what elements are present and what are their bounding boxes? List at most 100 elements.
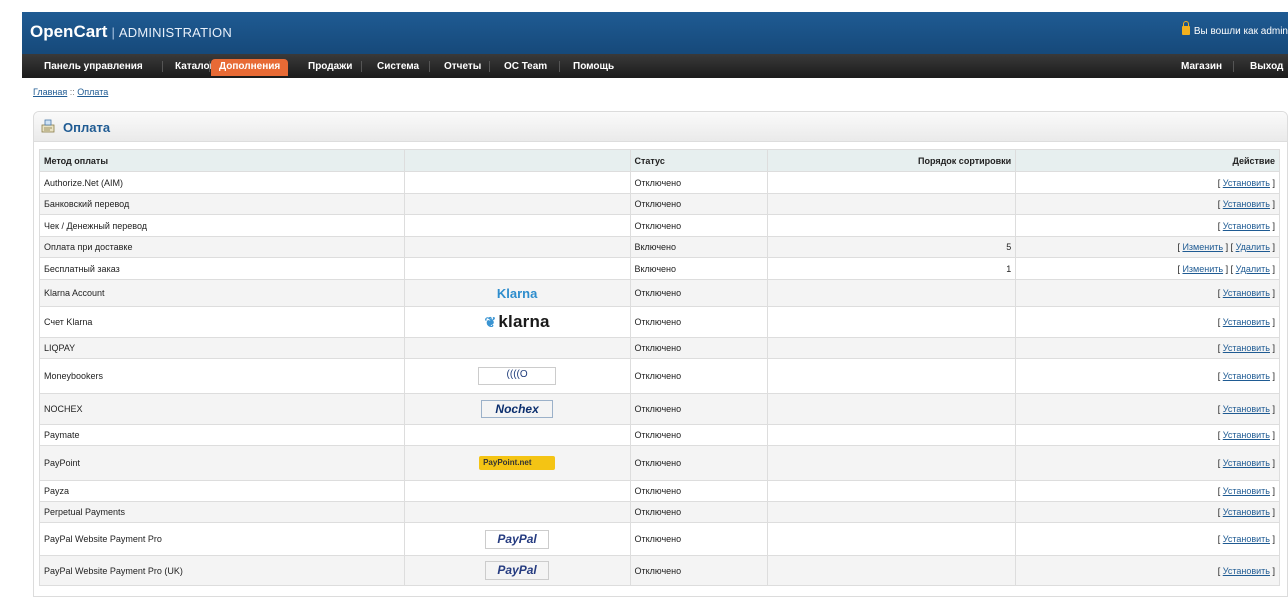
install-link[interactable]: Установить (1223, 371, 1270, 381)
payment-sort-order (767, 393, 1017, 425)
menu-item-logout[interactable]: Выход (1242, 59, 1288, 76)
payment-actions: [ Установить ] (1015, 279, 1280, 307)
payment-status: Отключено (629, 214, 769, 237)
table-row: Klarna Account Klarna Отключено [ Установит… (39, 279, 1280, 307)
payment-actions: [ Установить ] (1015, 337, 1280, 359)
opencart-logo[interactable]: OpenCart | ADMINISTRATION (30, 22, 232, 42)
payment-method-name: Moneybookers (39, 358, 405, 394)
table-row: PayPal Website Payment Pro (UK) PayPal Отк… (39, 555, 1280, 586)
payment-sort-order (767, 171, 1017, 194)
install-link[interactable]: Установить (1223, 458, 1270, 468)
action-link-wrap: [ Установить ] (1217, 486, 1275, 496)
payment-logo-cell (403, 257, 631, 280)
menu-item-sales[interactable]: Продажи (300, 59, 360, 76)
klarna-wordmark: klarna (498, 312, 550, 331)
payment-box: Оплата Метод оплаты Статус Порядок сорти… (33, 111, 1288, 597)
payment-method-name: PayPal Website Payment Pro (UK) (39, 555, 405, 586)
menu-item-store[interactable]: Магазин (1173, 59, 1230, 76)
payment-sort-order (767, 337, 1017, 359)
paypal-logo: PayPal (485, 561, 550, 580)
payment-method-name: Payza (39, 480, 405, 502)
payment-table: Метод оплаты Статус Порядок сортировки Д… (39, 149, 1280, 586)
action-link-wrap: [ Установить ] (1217, 220, 1275, 231)
menu-item-help[interactable]: Помощь (565, 59, 622, 76)
payment-logo-cell: PayPal (403, 522, 631, 556)
install-link[interactable]: Установить (1223, 221, 1270, 231)
install-link[interactable]: Установить (1223, 566, 1270, 576)
moneybookers-logo: ((((O (478, 367, 557, 385)
install-link[interactable]: Установить (1223, 534, 1270, 544)
menu-item-dashboard[interactable]: Панель управления (36, 59, 151, 76)
payment-status: Отключено (629, 424, 769, 446)
install-link[interactable]: Установить (1223, 178, 1270, 188)
install-link[interactable]: Установить (1223, 199, 1270, 209)
action-link-wrap: [ Удалить ] (1230, 242, 1275, 252)
action-link-wrap: [ Установить ] (1217, 199, 1275, 209)
install-link[interactable]: Установить (1223, 317, 1270, 327)
payment-method-name: Authorize.Net (AIM) (39, 171, 405, 194)
payment-status: Отключено (629, 445, 769, 481)
payment-method-name: Бесплатный заказ (39, 257, 405, 280)
payment-actions: [ Установить ] (1015, 393, 1280, 425)
payment-sort-order (767, 501, 1017, 523)
payment-logo-cell (403, 337, 631, 359)
table-row: Authorize.Net (AIM) Отключено [ Установить… (39, 171, 1280, 194)
uninstall-link[interactable]: Удалить (1236, 242, 1270, 252)
menu-item-reports[interactable]: Отчеты (436, 59, 489, 76)
edit-link[interactable]: Изменить (1182, 242, 1223, 252)
header-bar: OpenCart | ADMINISTRATION Вы вошли как adm… (22, 12, 1288, 54)
install-link[interactable]: Установить (1223, 343, 1270, 353)
table-row: Perpetual Payments Отключено [ Установить … (39, 501, 1280, 523)
col-header-sort-order[interactable]: Порядок сортировки (767, 149, 1017, 172)
install-link[interactable]: Установить (1223, 507, 1270, 517)
table-row: Счет Klarna ❦ klarna Отключено [ Установить … (39, 306, 1280, 338)
lock-icon (1181, 21, 1190, 35)
install-link[interactable]: Установить (1223, 404, 1270, 414)
menu-item-extensions[interactable]: Дополнения (211, 59, 289, 76)
action-link-wrap: [ Изменить ] (1177, 242, 1229, 252)
menu-item-oc-team[interactable]: OC Team (496, 59, 555, 76)
menu-item-system[interactable]: Система (369, 59, 427, 76)
payment-logo-cell: Klarna (403, 279, 631, 307)
table-row: NOCHEX Nochex Отключено [ Установить ] (39, 393, 1280, 425)
breadcrumb-current-link[interactable]: Оплата (77, 87, 108, 97)
action-link-wrap: [ Установить ] (1217, 404, 1275, 414)
payment-status: Отключено (629, 522, 769, 556)
action-link-wrap: [ Установить ] (1217, 317, 1275, 327)
payment-logo-cell (403, 171, 631, 194)
uninstall-link[interactable]: Удалить (1236, 264, 1270, 274)
table-row: LIQPAY Отключено [ Установить ] (39, 337, 1280, 359)
col-header-status[interactable]: Статус (629, 149, 769, 172)
payment-sort-order (767, 445, 1017, 481)
payment-logo-cell: ((((O (403, 358, 631, 394)
payment-method-name: PayPal Website Payment Pro (39, 522, 405, 556)
breadcrumb-home-link[interactable]: Главная (33, 87, 67, 97)
install-link[interactable]: Установить (1223, 486, 1270, 496)
payment-logo-cell (403, 424, 631, 446)
payment-actions: [ Установить ] (1015, 171, 1280, 194)
payment-method-name: PayPoint (39, 445, 405, 481)
klarna-leaf-icon: ❦ (484, 314, 497, 330)
payment-sort-order (767, 424, 1017, 446)
install-link[interactable]: Установить (1223, 288, 1270, 298)
table-row: Оплата при доставке Включено 5[ Изменить ]… (39, 236, 1280, 258)
payment-actions: [ Установить ] (1015, 555, 1280, 586)
payment-status: Включено (629, 257, 769, 280)
col-header-method[interactable]: Метод оплаты (39, 149, 405, 172)
action-link-wrap: [ Установить ] (1217, 430, 1275, 440)
payment-method-name: Perpetual Payments (39, 501, 405, 523)
payment-actions: [ Установить ] (1015, 214, 1280, 237)
payment-sort-order (767, 358, 1017, 394)
action-link-wrap: [ Установить ] (1217, 507, 1275, 517)
payment-status: Отключено (629, 279, 769, 307)
klarna-invoice-logo: ❦ klarna (484, 312, 549, 332)
payment-logo-cell: PayPal (403, 555, 631, 586)
payment-actions: [ Установить ] (1015, 480, 1280, 502)
table-row: Paymate Отключено [ Установить ] (39, 424, 1280, 446)
action-link-wrap: [ Удалить ] (1230, 263, 1275, 274)
install-link[interactable]: Установить (1223, 430, 1270, 440)
payment-sort-order (767, 279, 1017, 307)
klarna-logo: Klarna (496, 285, 538, 301)
table-row: Payza Отключено [ Установить ] (39, 480, 1280, 502)
edit-link[interactable]: Изменить (1182, 264, 1223, 274)
